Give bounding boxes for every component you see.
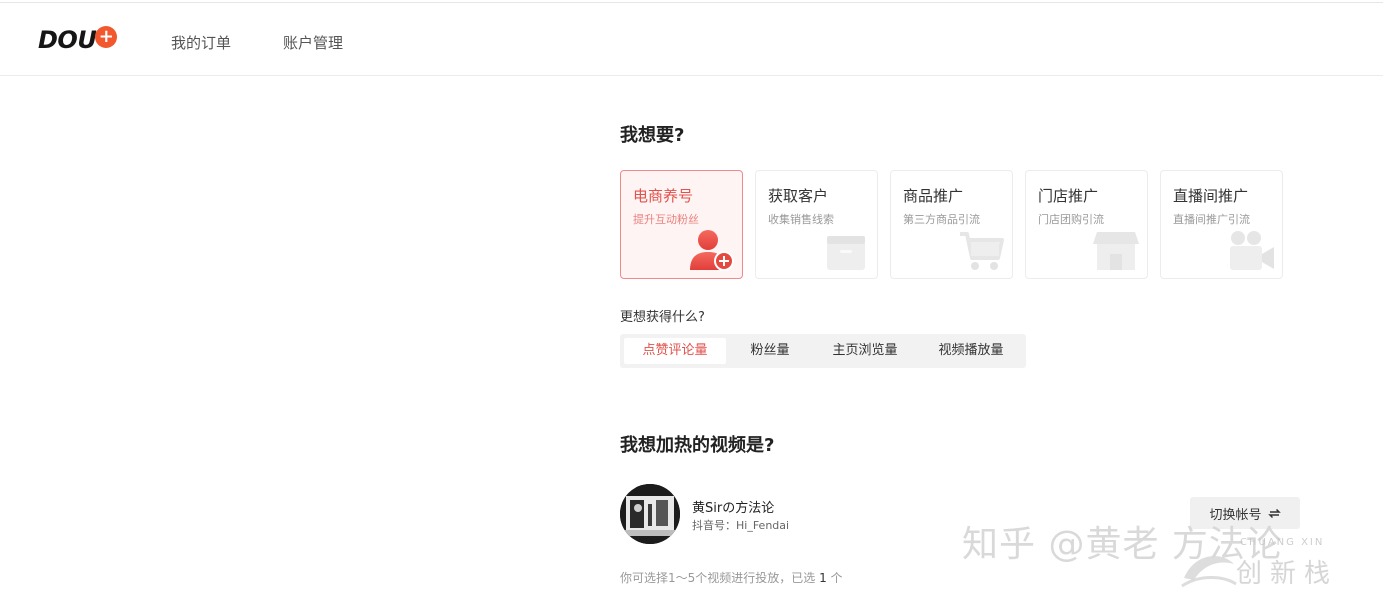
storefront-icon (1093, 232, 1139, 270)
card-title: 电商养号 (633, 187, 694, 205)
user-plus-icon (690, 230, 734, 271)
swap-arrows-icon (1267, 508, 1281, 518)
nav-my-orders[interactable]: 我的订单 (171, 32, 231, 53)
card-subtitle: 门店团购引流 (1038, 213, 1104, 226)
tab-video-plays[interactable]: 视频播放量 (926, 338, 1016, 364)
video-section-title: 我想加热的视频是? (620, 435, 775, 456)
logo-text: DOU (38, 26, 97, 54)
card-subtitle: 收集销售线索 (768, 213, 834, 226)
switch-account-label: 切换帐号 (1209, 507, 1262, 523)
account-id: 抖音号：Hi_Fendai (692, 519, 790, 532)
box-icon (827, 236, 865, 270)
goal-section-title: 我想要? (620, 125, 685, 146)
tab-profile-views[interactable]: 主页浏览量 (820, 338, 910, 364)
metric-tabs: 点赞评论量 粉丝量 主页浏览量 视频播放量 (620, 334, 1026, 368)
card-subtitle: 第三方商品引流 (903, 213, 980, 226)
goal-card-products[interactable]: 商品推广 第三方商品引流 (890, 170, 1013, 279)
account-name: 黄Sirの方法论 (692, 501, 775, 516)
goal-card-ecommerce[interactable]: 电商养号 提升互动粉丝 (620, 170, 743, 279)
watermark-logo-icon (1181, 555, 1237, 588)
metric-question: 更想获得什么? (620, 310, 705, 325)
nav-account-management[interactable]: 账户管理 (283, 32, 343, 53)
selection-hint: 你可选择1～5个视频进行投放，已选 1 个 (620, 569, 843, 586)
avatar (620, 484, 680, 544)
card-subtitle: 直播间推广引流 (1173, 213, 1250, 226)
selected-count: 1 (819, 571, 827, 585)
card-title: 获取客户 (768, 187, 829, 205)
top-header: DOU + 我的订单 账户管理 (0, 2, 1383, 76)
watermark-logo-small: CHUANG XIN (1240, 537, 1325, 548)
tab-likes-comments[interactable]: 点赞评论量 (624, 338, 726, 364)
card-subtitle: 提升互动粉丝 (633, 213, 699, 226)
avatar-image (620, 484, 680, 544)
goal-card-customers[interactable]: 获取客户 收集销售线索 (755, 170, 878, 279)
dou-plus-logo[interactable]: DOU + (38, 25, 118, 55)
tab-followers[interactable]: 粉丝量 (736, 338, 804, 364)
card-title: 门店推广 (1038, 187, 1099, 205)
shopping-cart-icon (960, 232, 1004, 270)
watermark-logo-text: 创新栈 (1236, 559, 1339, 589)
goal-card-store[interactable]: 门店推广 门店团购引流 (1025, 170, 1148, 279)
hint-prefix: 你可选择1～5个视频进行投放，已选 (620, 571, 820, 585)
hint-suffix: 个 (826, 571, 843, 585)
logo-plus-icon: + (95, 26, 118, 48)
goal-card-live-room[interactable]: 直播间推广 直播间推广引流 (1160, 170, 1283, 279)
switch-account-button[interactable]: 切换帐号 (1190, 497, 1300, 529)
video-camera-icon (1230, 231, 1274, 270)
card-title: 直播间推广 (1173, 187, 1249, 205)
card-title: 商品推广 (903, 187, 964, 205)
